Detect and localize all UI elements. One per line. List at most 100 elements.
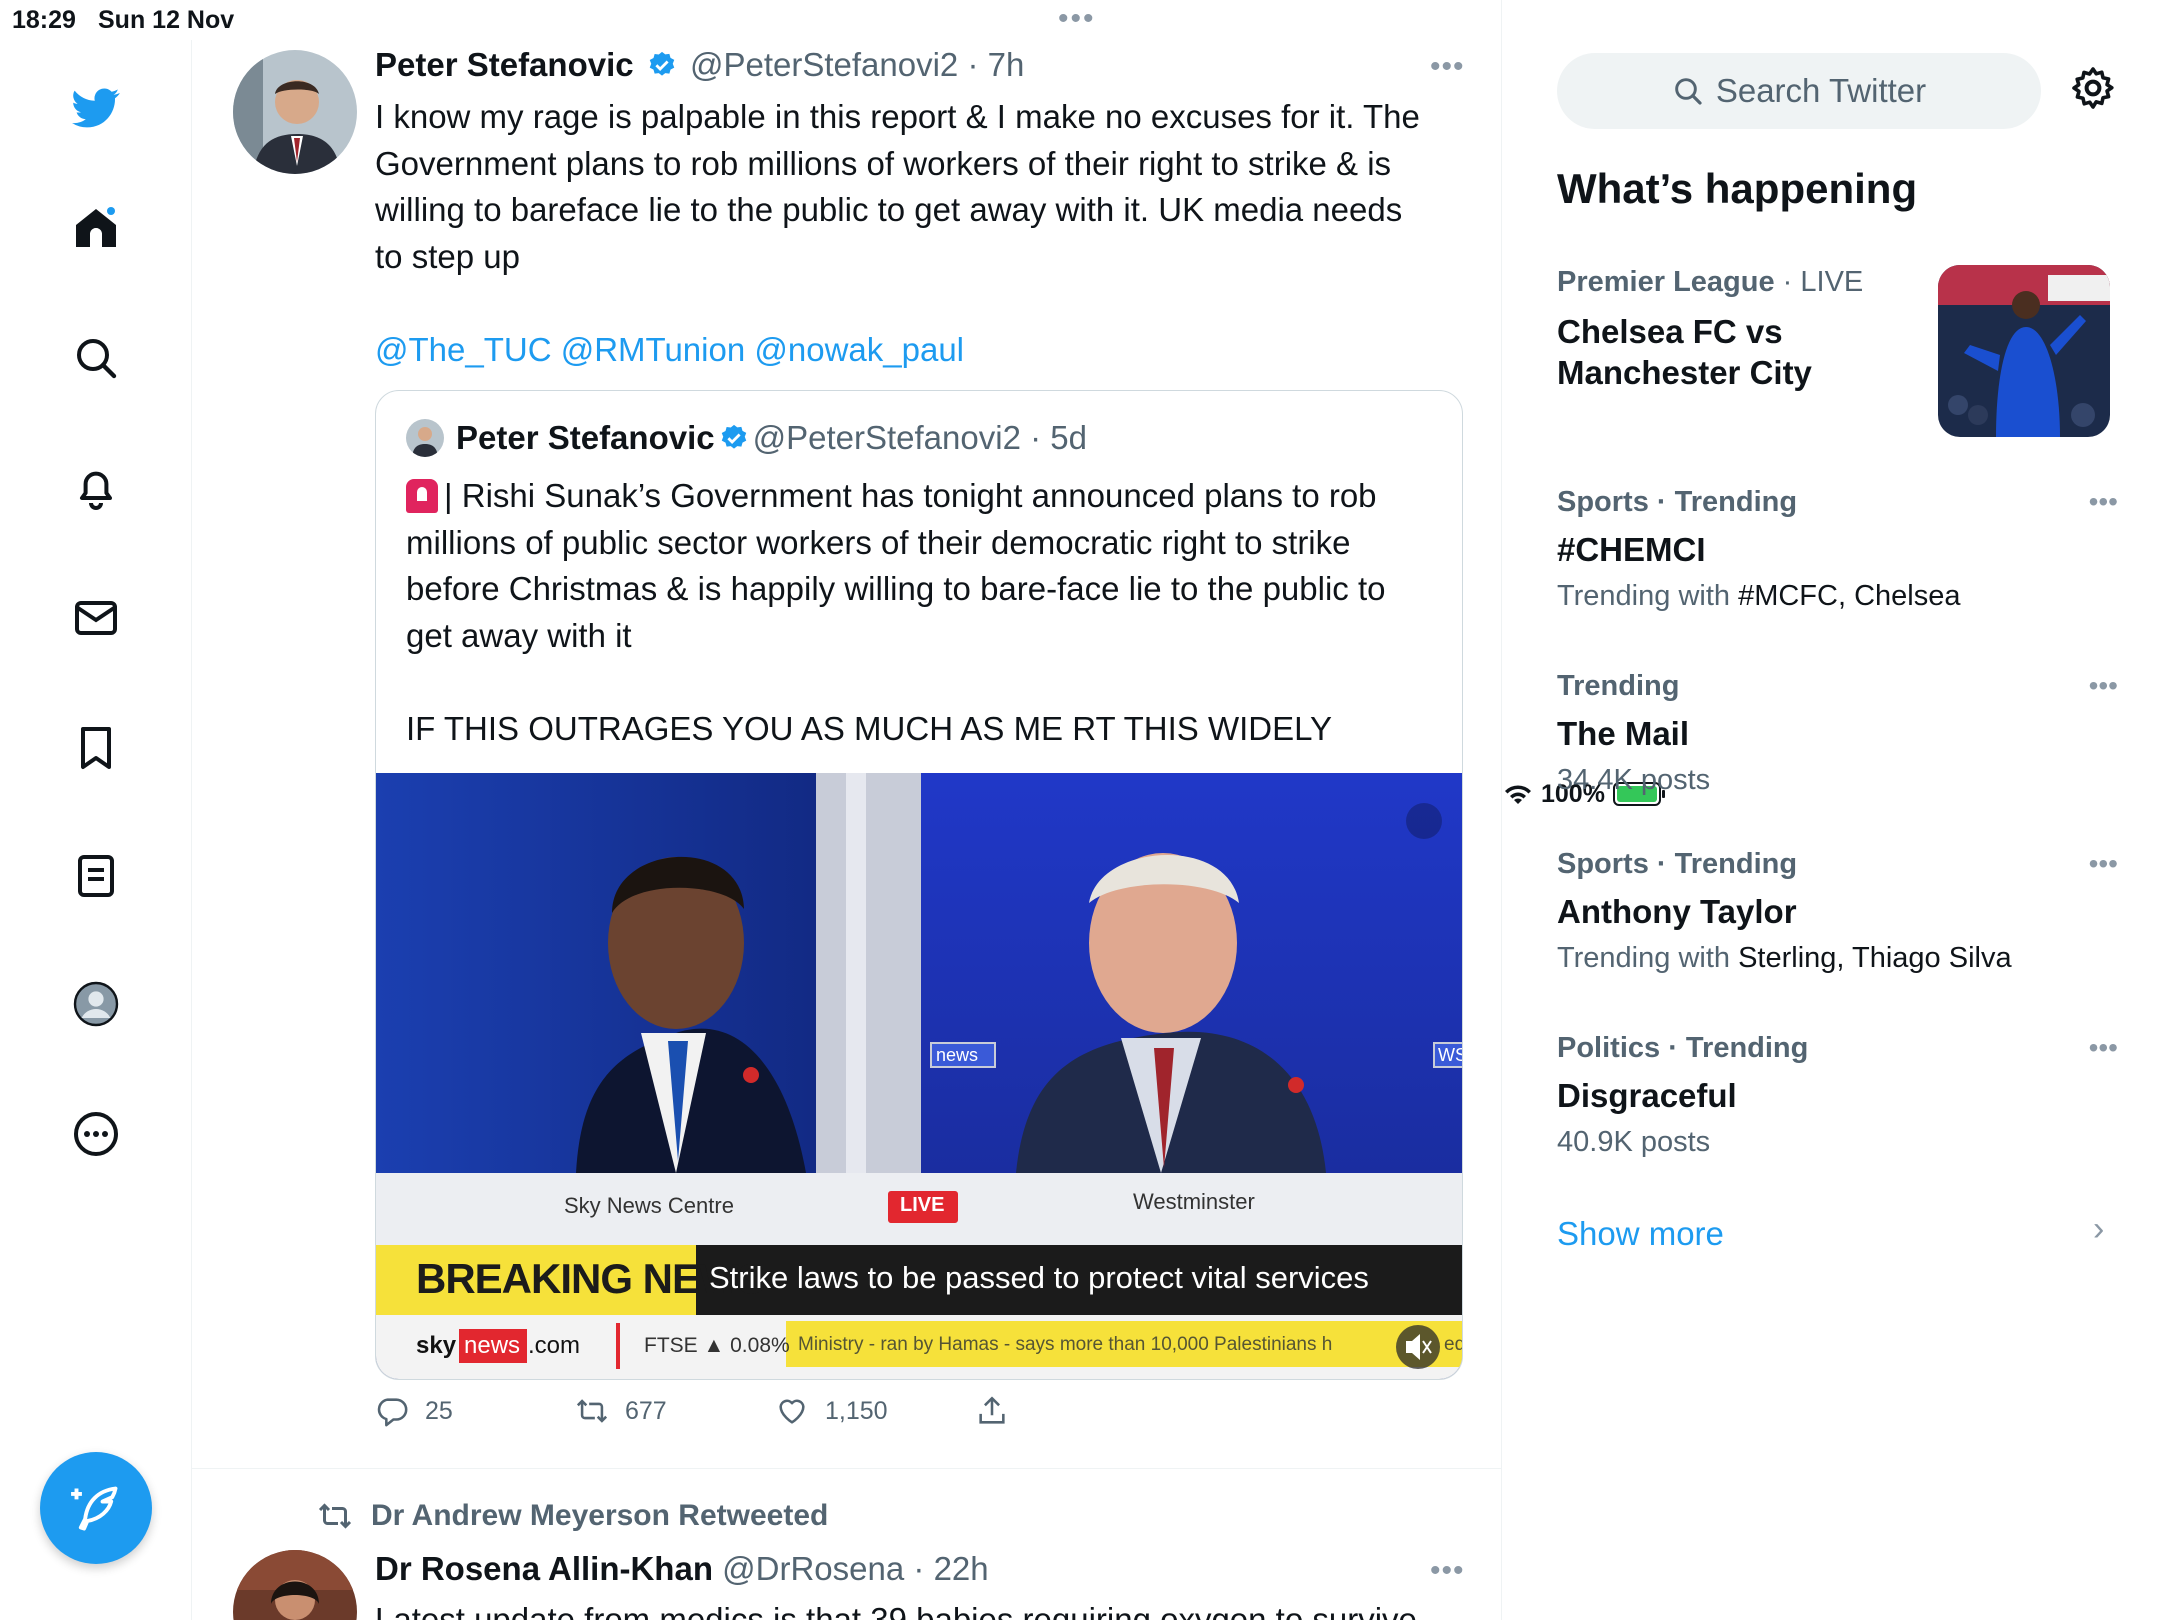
bookmark-icon[interactable]: [68, 720, 124, 776]
status-time: 18:29: [12, 6, 76, 34]
video-brand-news: news: [464, 1332, 521, 1359]
trend-more-button[interactable]: •••: [2089, 1032, 2118, 1064]
lists-icon[interactable]: [68, 848, 124, 904]
trend-title: The Mail: [1557, 715, 1690, 752]
tweet-mentions[interactable]: @The_TUC @RMTunion @nowak_paul: [375, 327, 1485, 374]
reply-count: 25: [425, 1396, 453, 1425]
trend-sub-terms: #MCFC, Chelsea: [1738, 580, 1961, 612]
profile-icon[interactable]: [68, 976, 124, 1032]
trend-item[interactable]: Politics · Trending Disgraceful 40.9K po…: [1557, 1032, 2117, 1159]
compose-feather-icon: [71, 1486, 118, 1531]
video-brand-sky: sky: [416, 1332, 457, 1359]
like-button[interactable]: 1,150: [775, 1394, 888, 1428]
trend-more-button[interactable]: •••: [2089, 486, 2118, 518]
next-tweet-time[interactable]: 22h: [934, 1550, 989, 1587]
reply-button[interactable]: 25: [375, 1394, 453, 1428]
quoted-author-handle: @PeterStefanovi2: [752, 419, 1021, 456]
trend-category: Sports · Trending: [1557, 486, 1798, 518]
video-news-tag-right: WS: [1438, 1045, 1462, 1065]
trend-live: LIVE: [1800, 266, 1864, 298]
video-live-badge: LIVE: [900, 1194, 945, 1216]
tweet-author-name[interactable]: Peter Stefanovic: [375, 46, 634, 83]
trend-thumbnail: [1938, 265, 2110, 437]
trend-posts: 40.9K posts: [1557, 1126, 1711, 1158]
trend-more-button[interactable]: •••: [2089, 848, 2118, 880]
trend-more-button[interactable]: •••: [2089, 670, 2118, 702]
quoted-text-line: get away with it: [406, 616, 632, 654]
quoted-text-line: | Rishi Sunak’s Government has tonight a…: [444, 477, 1377, 514]
retweeted-by[interactable]: Dr Andrew Meyerson Retweeted: [317, 1498, 828, 1534]
tweet-author-avatar[interactable]: [233, 50, 357, 174]
quoted-tweet[interactable]: Peter Stefanovic @PeterStefanovi2 · 5d |…: [375, 390, 1463, 1380]
tweet-body: I know my rage is palpable in this repor…: [375, 94, 1485, 373]
sidebar-nav: [0, 40, 192, 1620]
quoted-text-line: millions of public sector workers of the…: [406, 523, 1351, 561]
next-tweet-author-name[interactable]: Dr Rosena Allin-Khan: [375, 1550, 713, 1587]
tweet-divider: [192, 1468, 1502, 1469]
retweeted-by-label: Dr Andrew Meyerson Retweeted: [371, 1499, 829, 1532]
compose-button[interactable]: [40, 1452, 152, 1564]
trend-item[interactable]: Trending The Mail 34.4K posts: [1557, 670, 2117, 797]
video-ftse: FTSE ▲ 0.08%: [644, 1334, 790, 1357]
retweet-icon: [576, 1399, 608, 1423]
tweet-text-line: I know my rage is palpable in this repor…: [375, 98, 1420, 135]
trend-sub-terms: Sterling, Thiago Silva: [1738, 942, 2012, 974]
verified-badge-icon: [721, 424, 746, 449]
next-tweet-header: Dr Rosena Allin-Khan @DrRosena · 22h: [375, 1550, 989, 1587]
retweet-count: 677: [625, 1396, 667, 1425]
tweet-author-handle[interactable]: @PeterStefanovi2: [690, 46, 958, 83]
quoted-video[interactable]: news WS Sky News Centre LIVE Westminster…: [376, 773, 1462, 1379]
bell-icon[interactable]: [68, 460, 124, 516]
tweet-actions: 25 677 1,150: [375, 1394, 1463, 1444]
video-mute-button[interactable]: [1396, 1325, 1440, 1369]
trend-item[interactable]: Sports · Trending Anthony Taylor Trendin…: [1557, 848, 2117, 975]
next-tweet-author-handle[interactable]: @DrRosena: [722, 1550, 904, 1587]
video-left-location: Sky News Centre: [564, 1193, 734, 1218]
next-tweet-more-button[interactable]: •••: [1430, 1554, 1465, 1588]
video-brand-com: .com: [528, 1332, 581, 1359]
quoted-tweet-header: Peter Stefanovic @PeterStefanovi2 · 5d: [406, 419, 1087, 457]
mail-icon[interactable]: [68, 590, 124, 646]
quoted-text-cta: IF THIS OUTRAGES YOU AS MUCH AS ME RT TH…: [406, 709, 1333, 747]
timeline: Peter Stefanovic @PeterStefanovi2 · 7h •…: [192, 0, 1502, 1620]
tweet-text-line: Government plans to rob millions of work…: [375, 144, 1392, 182]
next-tweet-avatar[interactable]: [233, 1550, 357, 1620]
quoted-author-avatar: [406, 419, 444, 457]
video-right-location: Westminster: [1133, 1189, 1255, 1214]
search-icon: [1675, 78, 1702, 105]
right-sidebar: Search Twitter What’s happening Premier …: [1503, 40, 2160, 1620]
show-more-link[interactable]: Show more: [1557, 1215, 1724, 1253]
tweet-time[interactable]: 7h: [988, 46, 1025, 83]
video-caption-icon[interactable]: [1402, 801, 1442, 841]
search-icon[interactable]: [68, 330, 124, 386]
quoted-author-name: Peter Stefanovic: [456, 419, 715, 456]
trend-sub-prefix: Trending with: [1557, 580, 1731, 612]
video-ticker-end: ed: [1444, 1334, 1462, 1355]
home-icon[interactable]: [68, 200, 124, 256]
trend-category: Premier League: [1557, 266, 1775, 298]
search-placeholder: Search Twitter: [1715, 72, 1927, 109]
reply-icon: [377, 1398, 408, 1427]
more-icon[interactable]: [68, 1106, 124, 1162]
retweet-button[interactable]: 677: [575, 1394, 667, 1428]
tweet-text-line: to step up: [375, 237, 520, 275]
quoted-tweet-body: | Rishi Sunak’s Government has tonight a…: [406, 473, 1446, 752]
tweet-header: Peter Stefanovic @PeterStefanovi2 · 7h: [375, 46, 1025, 83]
video-ticker: Ministry - ran by Hamas - says more than…: [798, 1334, 1333, 1355]
tweet-text-line: willing to bareface lie to the public to…: [375, 191, 1403, 228]
trend-posts: 34.4K posts: [1557, 764, 1711, 796]
trend-category: Sports · Trending: [1557, 848, 1798, 880]
settings-gear-icon[interactable]: [2069, 64, 2125, 120]
verified-badge-icon: [649, 51, 675, 76]
siren-emoji-icon: [406, 479, 438, 513]
share-button[interactable]: [975, 1394, 1009, 1428]
next-tweet-text: Latest update from medics is that 39 bab…: [375, 1601, 1417, 1620]
share-icon: [979, 1396, 1005, 1424]
tweet-more-button[interactable]: •••: [1430, 50, 1465, 84]
quoted-text-line: before Christmas & is happily willing to…: [406, 570, 1386, 607]
trend-item[interactable]: Sports · Trending #CHEMCI Trending with …: [1557, 486, 2117, 613]
video-headline: Strike laws to be passed to protect vita…: [709, 1260, 1369, 1295]
search-bar[interactable]: Search Twitter: [1557, 53, 2041, 129]
twitter-bird-icon[interactable]: [68, 80, 124, 136]
quoted-time: 5d: [1050, 419, 1087, 456]
